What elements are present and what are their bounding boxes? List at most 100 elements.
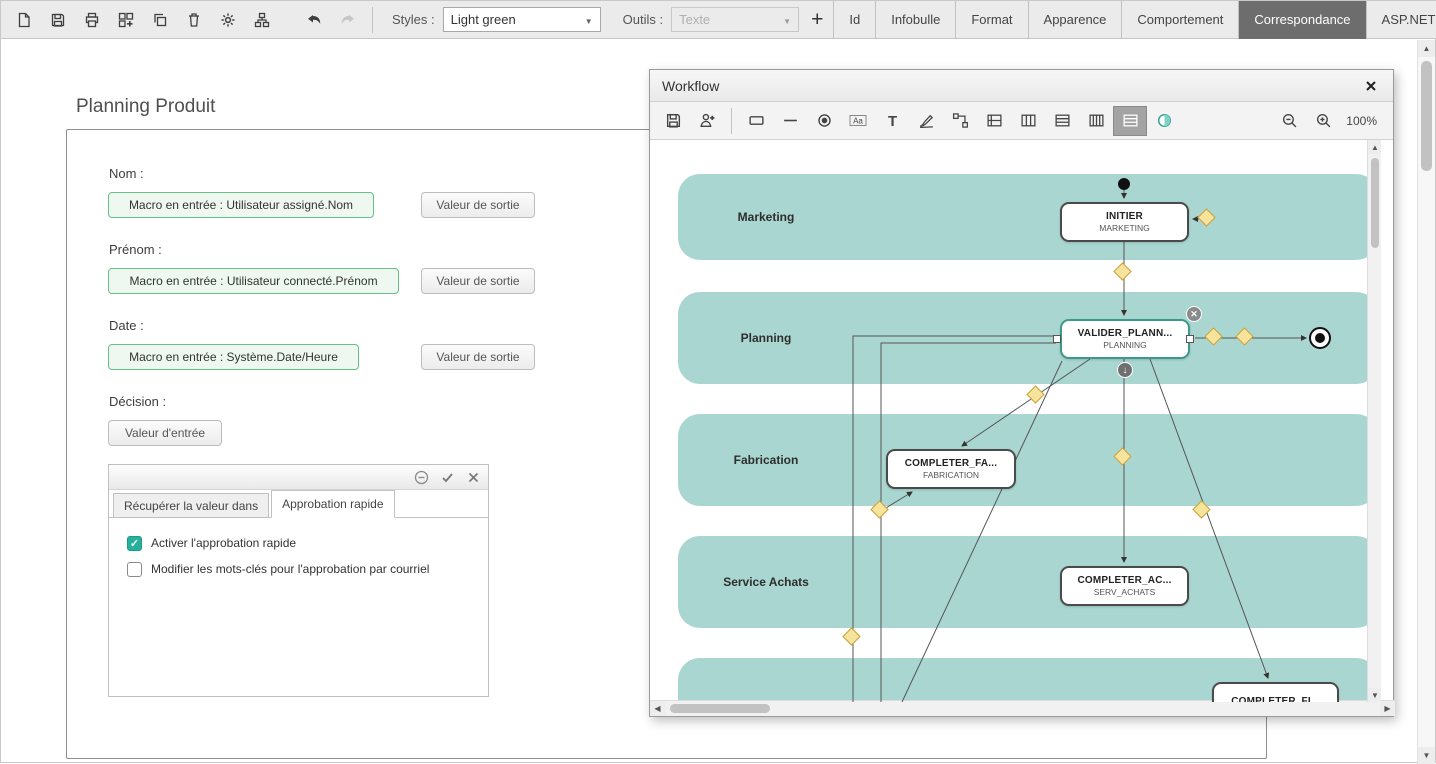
workflow-canvas[interactable]: Marketing Planning Fabrication Service A… [650,140,1381,702]
redo-button[interactable] [331,5,365,35]
hierarchy-icon [254,12,270,28]
output-value-button-date[interactable]: Valeur de sortie [421,344,535,370]
dialog-close-button[interactable] [1361,76,1381,96]
rows-selected-tool-button[interactable] [1113,106,1147,136]
scroll-down-arrow[interactable] [1368,688,1381,702]
tab-format[interactable]: Format [956,1,1028,39]
node-subtitle: FABRICATION [923,470,979,480]
svg-text:Aa: Aa [853,117,863,126]
checkbox-label-activer: Activer l'approbation rapide [151,536,296,550]
text-tool-button[interactable]: T [875,106,909,136]
close-x-icon [468,472,479,483]
zoom-out-button[interactable] [1272,106,1306,136]
styles-dropdown[interactable]: Light green [443,7,601,32]
macro-chip-prenom[interactable]: Macro en entrée : Utilisateur connecté.P… [108,268,399,294]
scroll-right-arrow[interactable] [1380,701,1395,716]
scroll-up-arrow[interactable] [1368,140,1381,154]
scroll-left-arrow[interactable] [650,701,665,716]
tab-apparence[interactable]: Apparence [1029,1,1123,39]
layout-grid-button[interactable] [109,5,143,35]
toolbar-separator [372,7,373,33]
macro-chip-nom[interactable]: Macro en entrée : Utilisateur assigné.No… [108,192,374,218]
end-event-node[interactable] [1309,327,1331,349]
workflow-node-completer-fabrication[interactable]: COMPLETER_FA... FABRICATION [886,449,1016,489]
collapse-button[interactable] [412,468,430,486]
workflow-node-completer-achats[interactable]: COMPLETER_AC... SERV_ACHATS [1060,566,1189,606]
delete-node-badge[interactable] [1186,306,1202,322]
rectangle-tool-button[interactable] [739,106,773,136]
tab-aspnet[interactable]: ASP.NET [1367,1,1436,39]
checkbox-activer-approbation[interactable] [127,536,142,551]
output-value-button-nom[interactable]: Valeur de sortie [421,192,535,218]
connector-tool-button[interactable] [943,106,977,136]
scroll-up-arrow[interactable] [1418,40,1435,57]
redo-icon [339,12,357,28]
save-button[interactable] [41,5,75,35]
horizontal-scroll-thumb[interactable] [670,704,770,713]
tab-infobulle[interactable]: Infobulle [876,1,956,39]
connection-handle-right[interactable] [1186,335,1194,343]
layout-grid-icon [118,12,134,28]
vertical-scroll-thumb[interactable] [1371,158,1379,248]
settings-button[interactable] [211,5,245,35]
workflow-node-completer-fi[interactable]: COMPLETER_FI... [1212,682,1339,702]
input-value-button[interactable]: Valeur d'entrée [108,420,222,446]
trash-icon [186,12,202,28]
copy-icon [152,12,168,28]
close-icon[interactable] [464,468,482,486]
columns-tool-button[interactable] [1011,106,1045,136]
scroll-down-arrow[interactable] [1418,747,1435,764]
theme-tool-button[interactable] [1147,106,1181,136]
new-document-button[interactable] [7,5,41,35]
table-columns2-icon [1088,112,1105,129]
workflow-dialog-title: Workflow [662,78,719,94]
radio-tool-button[interactable] [807,106,841,136]
line-tool-button[interactable] [773,106,807,136]
tab-recuperer-valeur[interactable]: Récupérer la valeur dans [113,493,269,517]
down-arrow-badge[interactable] [1117,362,1133,378]
workflow-dialog-titlebar[interactable]: Workflow [650,70,1393,102]
checkbox-modifier-mots-cles[interactable] [127,562,142,577]
node-title: COMPLETER_AC... [1077,575,1171,586]
new-document-icon [16,12,32,28]
tab-comportement[interactable]: Comportement [1122,1,1239,39]
swimlane-tool-button[interactable] [977,106,1011,136]
styles-dropdown-value: Light green [451,12,516,27]
copy-button[interactable] [143,5,177,35]
label-aa-icon: Aa [849,112,867,129]
vertical-scroll-thumb[interactable] [1421,61,1432,171]
save-icon [50,12,66,28]
add-user-icon [699,112,716,129]
workflow-node-initier[interactable]: INITIER MARKETING [1060,202,1189,242]
chevron-down-icon [585,12,593,27]
canvas-vertical-scrollbar [1367,140,1381,702]
add-button[interactable]: + [811,9,823,30]
macro-chip-date[interactable]: Macro en entrée : Système.Date/Heure [108,344,359,370]
wf-save-button[interactable] [656,106,690,136]
node-title: COMPLETER_FA... [905,458,997,469]
node-title: VALIDER_PLANN... [1078,328,1173,339]
workflow-button[interactable] [245,5,279,35]
node-subtitle: MARKETING [1099,223,1150,233]
undo-button[interactable] [297,5,331,35]
delete-button[interactable] [177,5,211,35]
connection-handle-left[interactable] [1053,335,1061,343]
radio-icon [816,112,833,129]
start-event-node[interactable] [1118,178,1130,190]
pen-tool-button[interactable] [909,106,943,136]
print-icon [84,12,100,28]
print-button[interactable] [75,5,109,35]
workflow-node-valider-planning[interactable]: VALIDER_PLANN... PLANNING [1060,319,1190,359]
gear-icon [220,12,236,28]
confirm-button[interactable] [438,468,456,486]
wf-add-user-button[interactable] [690,106,724,136]
tab-correspondance[interactable]: Correspondance [1239,1,1366,39]
rows-tool-button[interactable] [1045,106,1079,136]
output-value-button-prenom[interactable]: Valeur de sortie [421,268,535,294]
tab-id[interactable]: Id [834,1,876,39]
label-tool-button[interactable]: Aa [841,106,875,136]
tab-approbation-rapide[interactable]: Approbation rapide [271,490,394,518]
zoom-in-button[interactable] [1306,106,1340,136]
tools-dropdown[interactable]: Texte [671,7,799,32]
columns2-tool-button[interactable] [1079,106,1113,136]
